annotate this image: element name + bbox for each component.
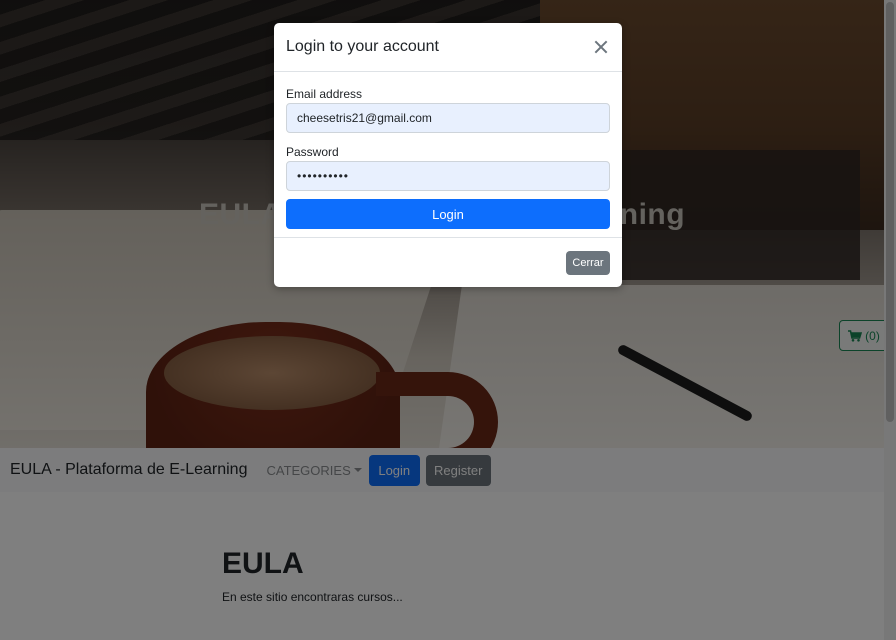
close-button[interactable]: Cerrar xyxy=(566,250,610,275)
password-group: Password xyxy=(286,145,610,191)
password-field[interactable] xyxy=(286,161,610,191)
password-label: Password xyxy=(286,145,339,159)
close-icon[interactable] xyxy=(592,38,610,56)
login-modal: Login to your account Email address Pass… xyxy=(274,23,622,287)
modal-footer: Cerrar xyxy=(274,237,622,287)
modal-title: Login to your account xyxy=(286,38,439,55)
email-field[interactable] xyxy=(286,103,610,133)
modal-header: Login to your account xyxy=(274,23,622,72)
modal-body: Email address Password Login xyxy=(274,72,622,241)
login-submit-button[interactable]: Login xyxy=(286,199,610,229)
email-group: Email address xyxy=(286,87,610,133)
email-label: Email address xyxy=(286,87,363,101)
